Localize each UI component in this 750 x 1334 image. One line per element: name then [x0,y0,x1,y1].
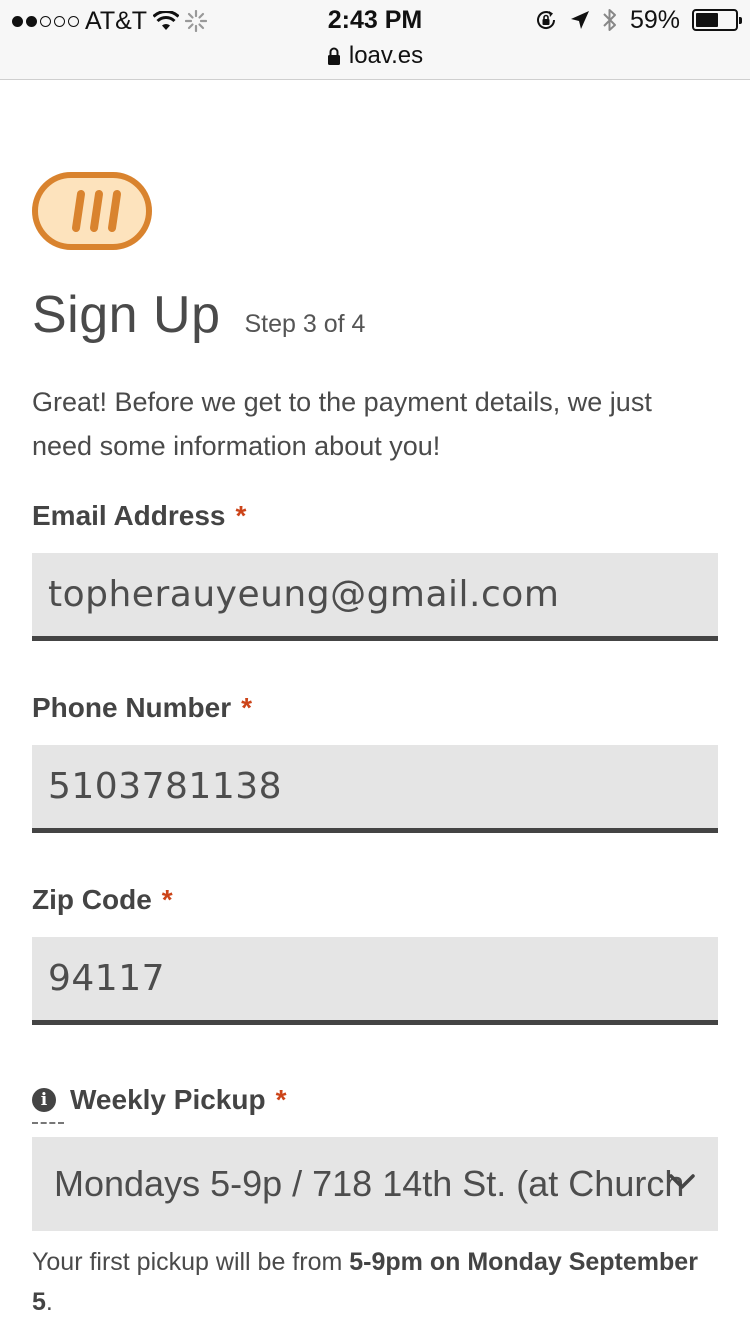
chevron-down-icon [669,1174,695,1189]
pickup-note: Your first pickup will be from 5-9pm on … [32,1242,718,1322]
battery-percent: 59% [629,5,680,34]
email-field[interactable]: topherauyeung@gmail.com [32,553,718,641]
zip-label: Zip Code * [32,884,173,916]
required-asterisk: * [275,1084,287,1115]
pickup-selected-value: Mondays 5-9p / 718 14th St. (at Church S… [54,1163,694,1204]
required-asterisk: * [161,884,173,915]
intro-text: Great! Before we get to the payment deta… [32,387,652,461]
status-bar: AT&T 2:43 PM loav.es 59% [0,0,750,80]
zip-label-text: Zip Code [32,884,152,915]
phone-label-text: Phone Number [32,692,232,723]
zip-field[interactable]: 94117 [32,937,718,1025]
battery-icon [692,9,742,31]
pickup-note-prefix: Your first pickup will be from [32,1248,350,1276]
required-asterisk: * [235,500,247,531]
bluetooth-icon [603,9,616,31]
rotation-lock-icon [536,11,555,29]
info-button[interactable]: i [32,1088,64,1124]
page-title: Sign Up [32,286,221,344]
location-icon [570,11,589,29]
pickup-select[interactable]: Mondays 5-9p / 718 14th St. (at Church S… [32,1137,718,1231]
address-bar[interactable]: loav.es [0,42,750,70]
status-bar-right: 59% [534,5,742,34]
phone-label: Phone Number * [32,692,252,724]
battery-fill [696,13,719,27]
email-label-text: Email Address [32,500,226,531]
step-indicator: Step 3 of 4 [244,310,366,338]
pickup-label-text: Weekly Pickup [70,1084,266,1115]
title-row: Sign Up Step 3 of 4 [32,285,365,345]
required-asterisk: * [241,692,253,723]
pickup-label: i Weekly Pickup * [32,1084,287,1124]
loaves-logo-icon [32,172,152,250]
info-icon: i [32,1088,56,1112]
pickup-note-suffix: . [45,1288,53,1316]
phone-field[interactable]: 5103781138 [32,745,718,833]
email-label: Email Address * [32,500,246,532]
url-text: loav.es [348,42,424,69]
lock-icon [327,47,340,65]
info-underline [32,1122,64,1124]
